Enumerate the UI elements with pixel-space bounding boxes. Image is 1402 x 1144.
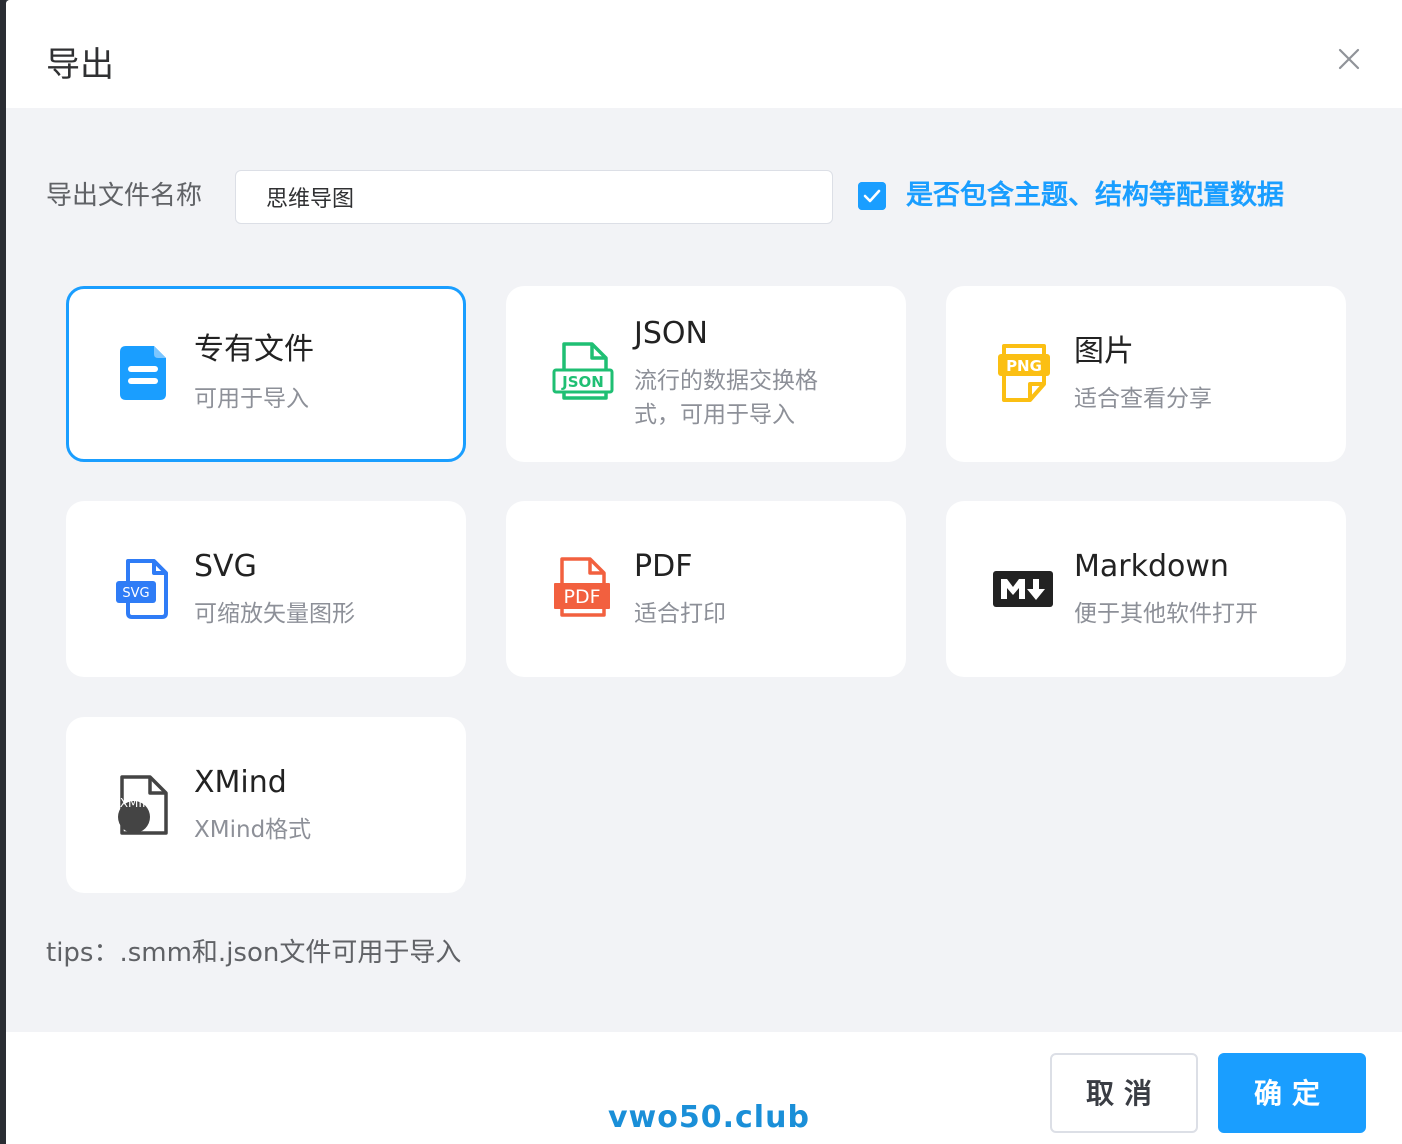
format-card-smm[interactable]: 专有文件 可用于导入 <box>66 286 466 462</box>
filename-label: 导出文件名称 <box>46 181 203 211</box>
smm-file-icon <box>120 346 166 400</box>
confirm-button[interactable]: 确定 <box>1218 1053 1366 1133</box>
format-title: SVG <box>194 549 257 584</box>
tips-text: tips：.smm和.json文件可用于导入 <box>46 938 462 968</box>
format-title: PDF <box>634 549 693 584</box>
format-card-svg[interactable]: SVG SVG 可缩放矢量图形 <box>66 501 466 677</box>
include-config-checkbox[interactable] <box>858 182 886 210</box>
format-title: XMind <box>194 765 287 800</box>
xmind-file-icon: XMIND <box>118 775 168 835</box>
markdown-icon <box>993 571 1053 607</box>
format-card-pdf[interactable]: PDF PDF 适合打印 <box>506 501 906 677</box>
format-title: 图片 <box>1074 334 1134 369</box>
format-card-png[interactable]: PNG 图片 适合查看分享 <box>946 286 1346 462</box>
svg-file-icon: SVG <box>116 559 168 619</box>
cancel-button[interactable]: 取消 <box>1050 1053 1198 1133</box>
json-icon-text: JSON <box>561 373 604 391</box>
png-icon-text: PNG <box>1006 357 1042 375</box>
export-dialog: 导出 导出文件名称 是否包含主题、结构等配置数据 专有文件 可用于导入 <box>6 0 1402 1144</box>
format-desc: 适合查看分享 <box>1074 386 1212 412</box>
format-title: Markdown <box>1074 549 1229 584</box>
format-title: 专有文件 <box>194 332 314 367</box>
xmind-icon-text: XMIND <box>120 796 160 810</box>
format-desc: 可缩放矢量图形 <box>194 601 355 627</box>
format-desc: 便于其他软件打开 <box>1074 601 1258 627</box>
png-file-icon: PNG <box>998 344 1050 402</box>
format-desc: XMind格式 <box>194 817 312 843</box>
include-config-label[interactable]: 是否包含主题、结构等配置数据 <box>906 176 1284 216</box>
close-icon[interactable] <box>1334 44 1364 74</box>
dialog-title: 导出 <box>46 45 114 85</box>
svg-icon-text: SVG <box>122 586 149 601</box>
format-card-xmind[interactable]: XMIND XMind XMind格式 <box>66 717 466 893</box>
dialog-body: 导出文件名称 是否包含主题、结构等配置数据 专有文件 可用于导入 JS <box>6 108 1402 1032</box>
watermark: vwo50.club <box>608 1100 810 1135</box>
json-file-icon: JSON <box>552 342 614 400</box>
format-desc: 流行的数据交换格式，可用于导入 <box>634 368 818 428</box>
pdf-file-icon: PDF <box>554 557 610 617</box>
format-desc: 可用于导入 <box>194 386 309 412</box>
dialog-header: 导出 <box>6 0 1402 108</box>
format-desc: 适合打印 <box>634 601 726 627</box>
format-card-markdown[interactable]: Markdown 便于其他软件打开 <box>946 501 1346 677</box>
format-card-json[interactable]: JSON JSON 流行的数据交换格式，可用于导入 <box>506 286 906 462</box>
format-title: JSON <box>634 316 708 351</box>
pdf-icon-text: PDF <box>563 586 600 608</box>
filename-input[interactable] <box>235 170 833 224</box>
